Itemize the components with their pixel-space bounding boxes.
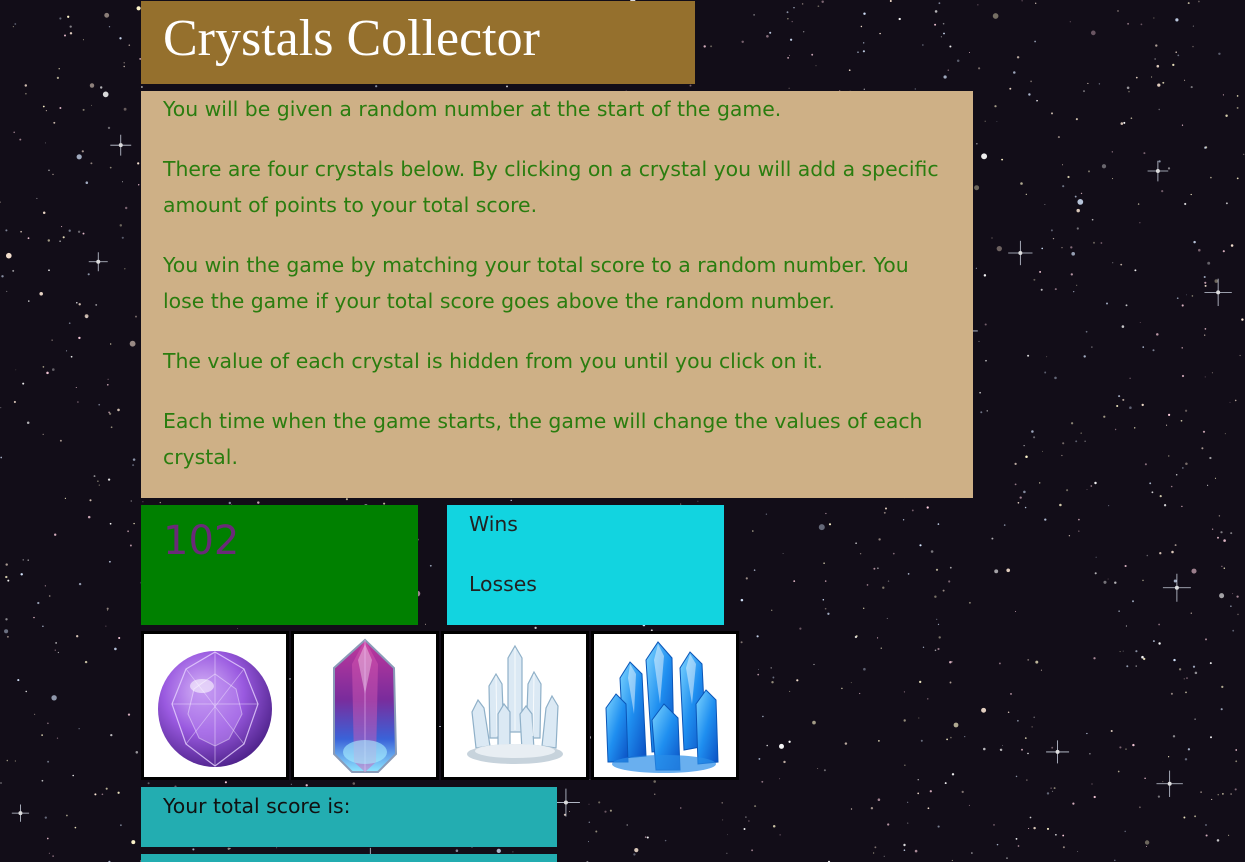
random-number-value: 102 (163, 518, 240, 564)
total-score-box: Your total score is: (141, 787, 557, 847)
clear-quartz-cluster-icon (467, 644, 563, 764)
crystal-button-4[interactable] (591, 631, 739, 780)
total-score-label: Your total score is: (163, 794, 351, 818)
page-title: Crystals Collector (163, 10, 540, 67)
crystal-button-1[interactable] (141, 631, 289, 780)
wins-label: Wins (469, 512, 518, 536)
crystal-button-2[interactable] (291, 631, 439, 780)
purple-round-crystal-icon (158, 651, 272, 767)
stats-box: Wins Losses (447, 505, 724, 625)
instruction-paragraph: There are four crystals below. By clicki… (163, 157, 939, 217)
instruction-paragraph: Each time when the game starts, the game… (163, 409, 923, 469)
score-box-secondary (141, 854, 557, 862)
crystal-row (141, 631, 741, 780)
purple-blue-shard-crystal-icon (333, 638, 398, 773)
title-banner: Crystals Collector (141, 1, 695, 84)
crystal-button-3[interactable] (441, 631, 589, 780)
instruction-paragraph: The value of each crystal is hidden from… (163, 349, 824, 373)
random-number-box: 102 (141, 505, 418, 625)
losses-label: Losses (469, 572, 537, 596)
instruction-paragraph: You win the game by matching your total … (163, 253, 909, 313)
instructions-panel: You will be given a random number at the… (141, 91, 973, 498)
blue-crystal-cluster-icon (605, 641, 719, 773)
instruction-paragraph: You will be given a random number at the… (163, 97, 782, 121)
